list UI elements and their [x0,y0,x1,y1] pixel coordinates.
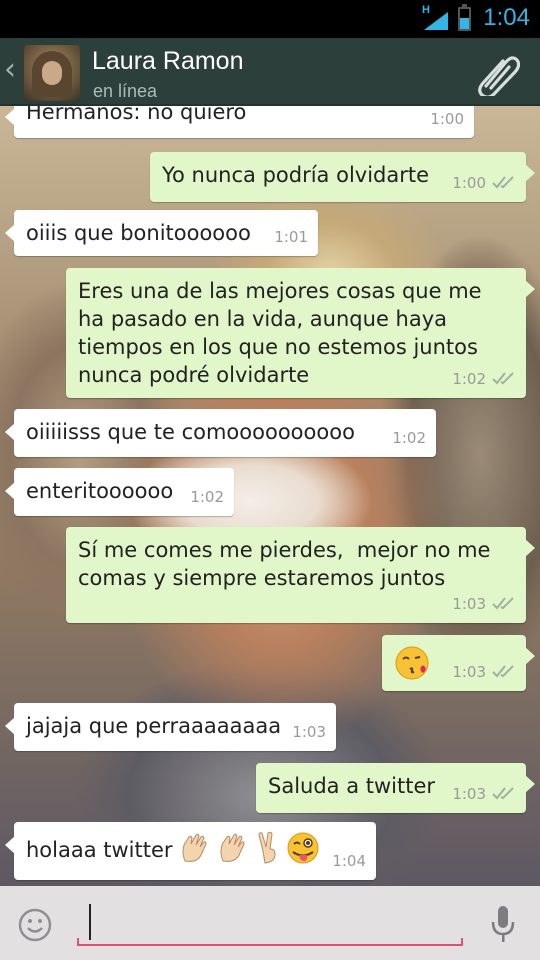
microphone-icon[interactable] [491,906,515,944]
paperclip-icon[interactable] [474,52,520,96]
clock: 1:04 [483,4,530,31]
message-time: 1:03 [292,723,326,741]
message-incoming[interactable]: oiiiiisss que te comoooooooooo 1:02 [5,409,436,457]
message-text: Hermanos: no quiero [26,106,247,124]
message-field[interactable] [77,898,463,948]
message-incoming[interactable]: Hermanos: no quiero 1:00 [5,106,474,138]
message-meta: 1:03 [452,658,516,686]
field-underline [77,944,463,946]
message-text: Yo nunca podría olvidarte [162,163,430,187]
double-check-icon [492,665,514,678]
message-time: 1:02 [392,429,426,447]
chevron-left-icon[interactable]: ‹ [4,52,16,87]
message-outgoing[interactable]: Sí me comes me pierdes, mejor no me coma… [66,527,535,623]
message-text: jajaja que perraaaaaaaa [26,714,282,738]
message-incoming[interactable]: oiiis que bonitoooooo 1:01 [5,210,318,256]
message-meta: 1:02 [452,365,516,393]
message-time: 1:00 [430,110,464,128]
double-check-icon [492,787,514,800]
status-bar: H 1:04 [0,0,540,38]
message-input[interactable] [93,904,453,940]
waving-hands-victory-winking-tongue-emoji [179,831,323,865]
message-text: holaaa twitter [26,838,173,862]
message-outgoing[interactable]: Eres una de las mejores cosas que me ha … [66,268,535,398]
double-check-icon [492,372,514,385]
kissing-heart-emoji [395,646,429,680]
message-outgoing[interactable]: Saluda a twitter 1:03 [256,763,535,813]
smiley-icon[interactable] [18,908,52,942]
chat-area[interactable]: Hermanos: no quiero 1:00 Yo nunca podría… [0,106,540,886]
field-underline-left [77,938,79,946]
message-time: 1:04 [332,852,366,870]
message-incoming[interactable]: enteritoooooo 1:02 [5,468,234,516]
message-meta: 1:00 [452,169,516,197]
message-time: 1:01 [274,228,308,246]
message-meta: 1:03 [452,780,516,808]
double-check-icon [492,176,514,189]
message-text: Saluda a twitter [268,774,436,798]
double-check-icon [492,597,514,610]
message-time: 1:02 [190,488,224,506]
text-cursor [89,904,91,940]
message-text: oiiis que bonitoooooo [26,221,251,245]
message-text: Eres una de las mejores cosas que me ha … [78,279,489,387]
message-incoming[interactable]: jajaja que perraaaaaaaa 1:03 [5,703,336,751]
message-outgoing[interactable]: 1:03 [382,635,535,691]
contact-status: en línea [93,81,158,101]
message-text: enteritoooooo [26,479,174,503]
message-input-bar [0,886,540,960]
signal-icon [424,12,448,30]
message-meta: 1:03 [452,590,516,618]
chat-header: ‹ Laura Ramon en línea [0,38,540,106]
message-outgoing[interactable]: Yo nunca podría olvidarte 1:00 [150,152,535,202]
message-incoming[interactable]: holaaa twitter 1:04 [5,822,376,880]
field-underline-right [461,938,463,946]
message-text: oiiiiisss que te comoooooooooo [26,420,355,444]
battery-icon [458,4,471,31]
message-text: Sí me comes me pierdes, mejor no me coma… [78,538,498,590]
avatar[interactable] [24,45,80,101]
contact-name[interactable]: Laura Ramon [92,47,243,76]
